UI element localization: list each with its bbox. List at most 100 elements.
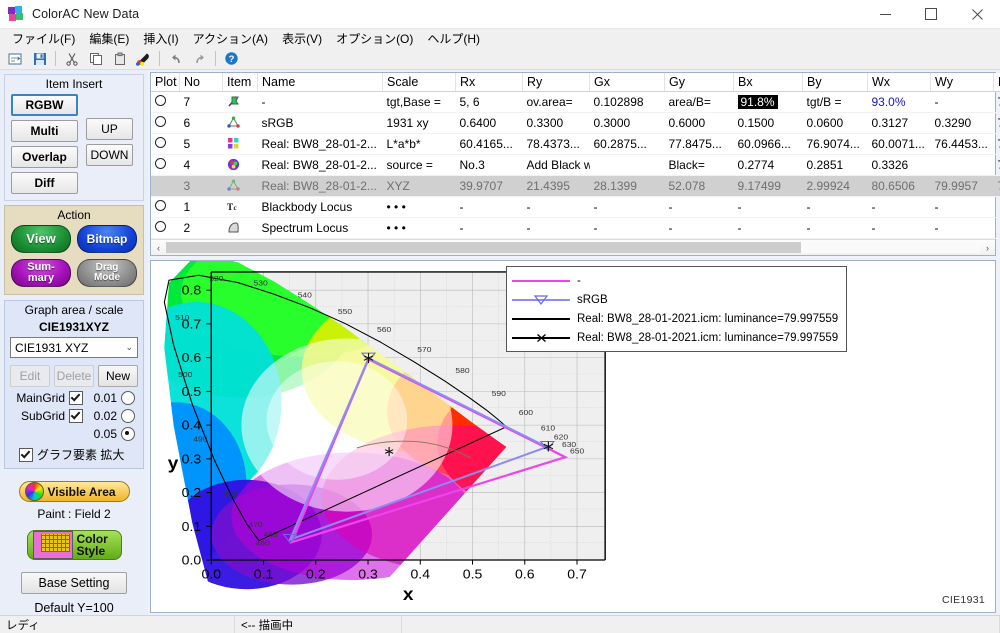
col-linewidth[interactable]: Line wi... [993, 73, 1000, 92]
col-gy[interactable]: Gy [664, 73, 734, 92]
tc-icon: Tc [222, 196, 258, 218]
menu-help[interactable]: ヘルプ(H) [420, 30, 487, 48]
col-scale[interactable]: Scale [382, 73, 456, 92]
scale-option-0-radio[interactable] [121, 391, 135, 405]
color-picker-icon[interactable] [132, 48, 155, 69]
maximize-button[interactable] [908, 0, 954, 28]
cell-gy: area/B= [664, 91, 734, 113]
table-row[interactable]: 1 Tc Blackbody Locus • • • - - - - - - -… [151, 196, 1000, 218]
table-row[interactable]: 4 Real: BW8_28-01-2... source = No.3 Add… [151, 154, 1000, 176]
cell-wx: - [867, 217, 931, 239]
plot-toggle[interactable] [151, 154, 180, 176]
menu-view[interactable]: 表示(V) [275, 30, 329, 48]
down-button[interactable]: DOWN [85, 144, 133, 166]
up-button[interactable]: UP [85, 118, 133, 140]
chart-legend: - sRGB Real: BW8_28-01-2021.icm: luminan… [506, 266, 848, 352]
color-style-line2: Style [76, 544, 106, 558]
new-icon[interactable] [4, 48, 27, 69]
col-name[interactable]: Name [257, 73, 383, 92]
plot-radio-icon[interactable] [155, 221, 166, 232]
paste-icon[interactable] [108, 48, 131, 69]
table-row[interactable]: 2 Spectrum Locus • • • - - - - - - - - [151, 217, 1000, 239]
col-wx[interactable]: Wx [867, 73, 931, 92]
scale-option-2-radio[interactable] [121, 427, 135, 441]
plot-radio-icon[interactable] [155, 158, 166, 169]
drag-mode-button[interactable]: Drag Mode [77, 259, 137, 287]
scale-option-1-radio[interactable] [121, 409, 135, 423]
plot-toggle[interactable] [151, 196, 180, 218]
scale-select[interactable]: CIE1931 XYZ ⌄ [10, 337, 138, 358]
help-icon[interactable]: ? [220, 48, 243, 69]
plot-toggle[interactable] [151, 91, 180, 113]
bitmap-button[interactable]: Bitmap [77, 225, 137, 253]
table-row[interactable]: 6 sRGB 1931 xy 0.6400 0.3300 0.3000 0.60… [151, 112, 1000, 134]
plot-radio-icon[interactable] [155, 200, 166, 211]
rgbw-button[interactable]: RGBW [11, 94, 78, 116]
col-item[interactable]: Item [222, 73, 258, 92]
action-panel: Action View Bitmap Sum-mary Drag Mode [4, 205, 144, 295]
svg-text:0.6: 0.6 [515, 567, 535, 581]
overlap-button[interactable]: Overlap [11, 146, 78, 168]
delete-button[interactable]: Delete [54, 365, 94, 387]
menu-options[interactable]: オプション(O) [329, 30, 420, 48]
svg-text:610: 610 [541, 424, 556, 433]
color-style-button[interactable]: Color Style [26, 530, 122, 560]
status-extra [402, 616, 1000, 633]
graph-element-checkbox[interactable] [19, 447, 33, 462]
save-icon[interactable] [28, 48, 51, 69]
diff-button[interactable]: Diff [11, 172, 78, 194]
scroll-left-icon[interactable]: ‹ [151, 243, 166, 253]
minimize-button[interactable] [862, 0, 908, 28]
plot-radio-icon[interactable] [155, 95, 166, 106]
table-row[interactable]: 5 Real: BW8_28-01-2... L*a*b* 60.4165...… [151, 133, 1000, 155]
col-by[interactable]: By [802, 73, 868, 92]
col-plot[interactable]: Plot [151, 73, 180, 92]
redo-icon[interactable] [188, 48, 211, 69]
menu-action[interactable]: アクション(A) [186, 30, 275, 48]
summary-button[interactable]: Sum-mary [11, 259, 71, 287]
scroll-right-icon[interactable]: › [980, 243, 995, 253]
copy-icon[interactable] [84, 48, 107, 69]
col-ry[interactable]: Ry [522, 73, 590, 92]
table-row[interactable]: 7 - tgt,Base = 5, 6 ov.area= 0.102898 ar… [151, 91, 1000, 113]
scrollbar-track[interactable] [166, 242, 980, 253]
new-button[interactable]: New [98, 365, 138, 387]
close-button[interactable] [954, 0, 1000, 28]
legend-line-swatch [512, 331, 570, 345]
cie-chromaticity-chart-panel[interactable]: 460 465 470 480 490 500 510 520 530 540 550 56… [150, 252, 996, 613]
col-rx[interactable]: Rx [455, 73, 523, 92]
col-bx[interactable]: Bx [733, 73, 803, 92]
undo-icon[interactable] [164, 48, 187, 69]
cut-icon[interactable] [60, 48, 83, 69]
scrollbar-thumb[interactable] [166, 242, 801, 253]
view-button[interactable]: View [11, 225, 71, 253]
plot-radio-icon[interactable] [155, 137, 166, 148]
visible-area-button[interactable]: Visible Area [18, 481, 130, 502]
cell-scale: • • • [382, 196, 456, 218]
subgrid-checkbox[interactable] [69, 409, 83, 423]
cell-ry: - [522, 196, 590, 218]
maingrid-checkbox[interactable] [69, 391, 83, 405]
scale-option-0-label: 0.01 [93, 391, 117, 405]
plot-toggle[interactable] [151, 217, 180, 239]
col-gx[interactable]: Gx [589, 73, 665, 92]
plot-toggle[interactable] [151, 175, 180, 197]
svg-text:590: 590 [492, 389, 507, 398]
multi-button[interactable]: Multi [11, 120, 78, 142]
subgrid-label: SubGrid [20, 409, 65, 423]
cell-rx: 39.9707 [455, 175, 523, 197]
col-no[interactable]: No [179, 73, 223, 92]
plot-toggle[interactable] [151, 112, 180, 134]
table-row[interactable]: 3 Real: BW8_28-01-2... XYZ 39.9707 21.43… [151, 175, 1000, 197]
edit-button[interactable]: Edit [10, 365, 50, 387]
cell-bx: 9.17499 [733, 175, 803, 197]
base-setting-button[interactable]: Base Setting [21, 572, 127, 594]
plot-radio-icon[interactable] [155, 116, 166, 127]
plot-toggle[interactable] [151, 133, 180, 155]
cell-name: Real: BW8_28-01-2... [257, 133, 383, 155]
menu-insert[interactable]: 挿入(I) [136, 30, 185, 48]
menu-file[interactable]: ファイル(F) [5, 30, 82, 48]
col-wy[interactable]: Wy [930, 73, 994, 92]
menu-edit[interactable]: 編集(E) [82, 30, 136, 48]
table-horizontal-scrollbar[interactable]: ‹ › [151, 239, 995, 255]
